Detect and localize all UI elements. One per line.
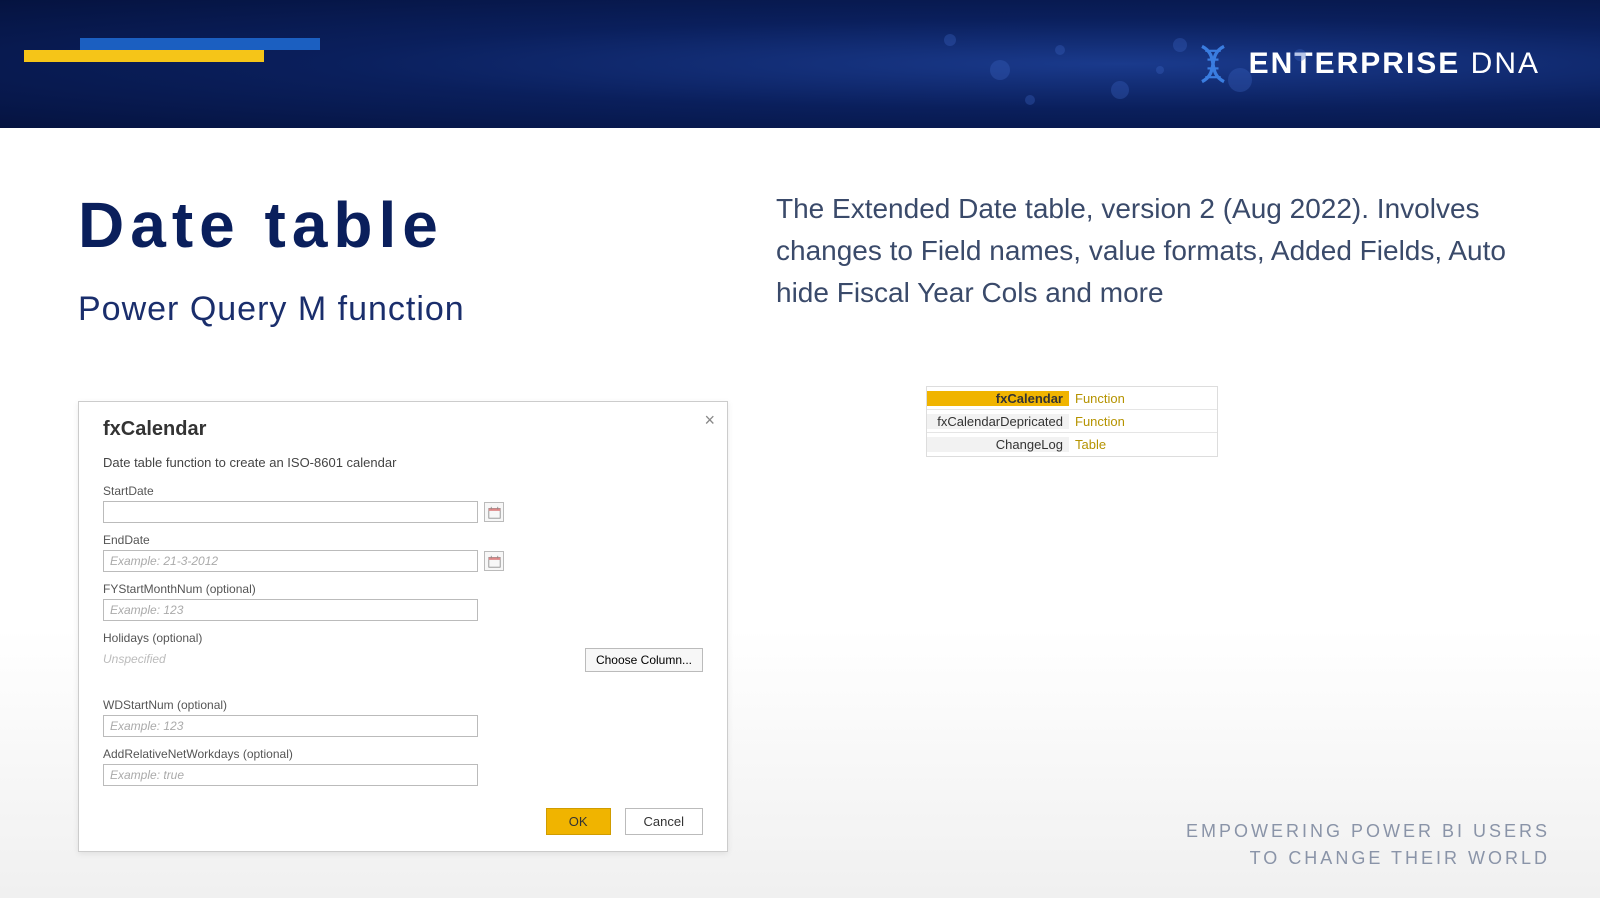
accent-bar-blue: [80, 38, 320, 50]
calendar-icon[interactable]: [484, 551, 504, 571]
close-icon[interactable]: ×: [704, 410, 715, 431]
holidays-label: Holidays (optional): [103, 631, 703, 645]
query-name: fxCalendar: [927, 391, 1069, 406]
enddate-label: EndDate: [103, 533, 703, 547]
addrelative-label: AddRelativeNetWorkdays (optional): [103, 747, 703, 761]
calendar-icon[interactable]: [484, 502, 504, 522]
dialog-description: Date table function to create an ISO-860…: [103, 455, 703, 470]
header: ENTERPRISE DNA: [0, 0, 1600, 128]
enddate-input[interactable]: [103, 550, 478, 572]
decorative-dots: [920, 20, 1340, 120]
choose-column-button[interactable]: Choose Column...: [585, 648, 703, 672]
fystart-input[interactable]: [103, 599, 478, 621]
page-subtitle: Power Query M function: [78, 290, 728, 329]
description-text: The Extended Date table, version 2 (Aug …: [776, 188, 1522, 314]
query-name: ChangeLog: [927, 437, 1069, 452]
query-row-changelog[interactable]: ChangeLog Table: [927, 433, 1217, 456]
fxcalendar-dialog: × fxCalendar Date table function to crea…: [78, 401, 728, 852]
holidays-unspecified: Unspecified: [103, 652, 166, 666]
startdate-input[interactable]: [103, 501, 478, 523]
dialog-title: fxCalendar: [103, 418, 703, 441]
queries-list: fxCalendar Function fxCalendarDepricated…: [926, 386, 1218, 457]
footer-line-1: EMPOWERING POWER BI USERS: [1186, 818, 1550, 845]
query-type: Table: [1069, 437, 1217, 452]
main-content: Date table Power Query M function × fxCa…: [0, 128, 1600, 852]
fystart-label: FYStartMonthNum (optional): [103, 582, 703, 596]
query-type: Function: [1069, 414, 1217, 429]
cancel-button[interactable]: Cancel: [625, 808, 703, 835]
ok-button[interactable]: OK: [546, 808, 611, 835]
query-row-fxcalendardepricated[interactable]: fxCalendarDepricated Function: [927, 410, 1217, 433]
query-name: fxCalendarDepricated: [927, 414, 1069, 429]
accent-bar-yellow: [24, 50, 264, 62]
wdstart-label: WDStartNum (optional): [103, 698, 703, 712]
addrelative-input[interactable]: [103, 764, 478, 786]
footer-tagline: EMPOWERING POWER BI USERS TO CHANGE THEI…: [1186, 818, 1550, 872]
brand-name-2: DNA: [1471, 47, 1540, 80]
query-row-fxcalendar[interactable]: fxCalendar Function: [927, 387, 1217, 410]
startdate-label: StartDate: [103, 484, 703, 498]
page-title: Date table: [78, 188, 728, 262]
query-type: Function: [1069, 391, 1217, 406]
wdstart-input[interactable]: [103, 715, 478, 737]
footer-line-2: TO CHANGE THEIR WORLD: [1186, 845, 1550, 872]
